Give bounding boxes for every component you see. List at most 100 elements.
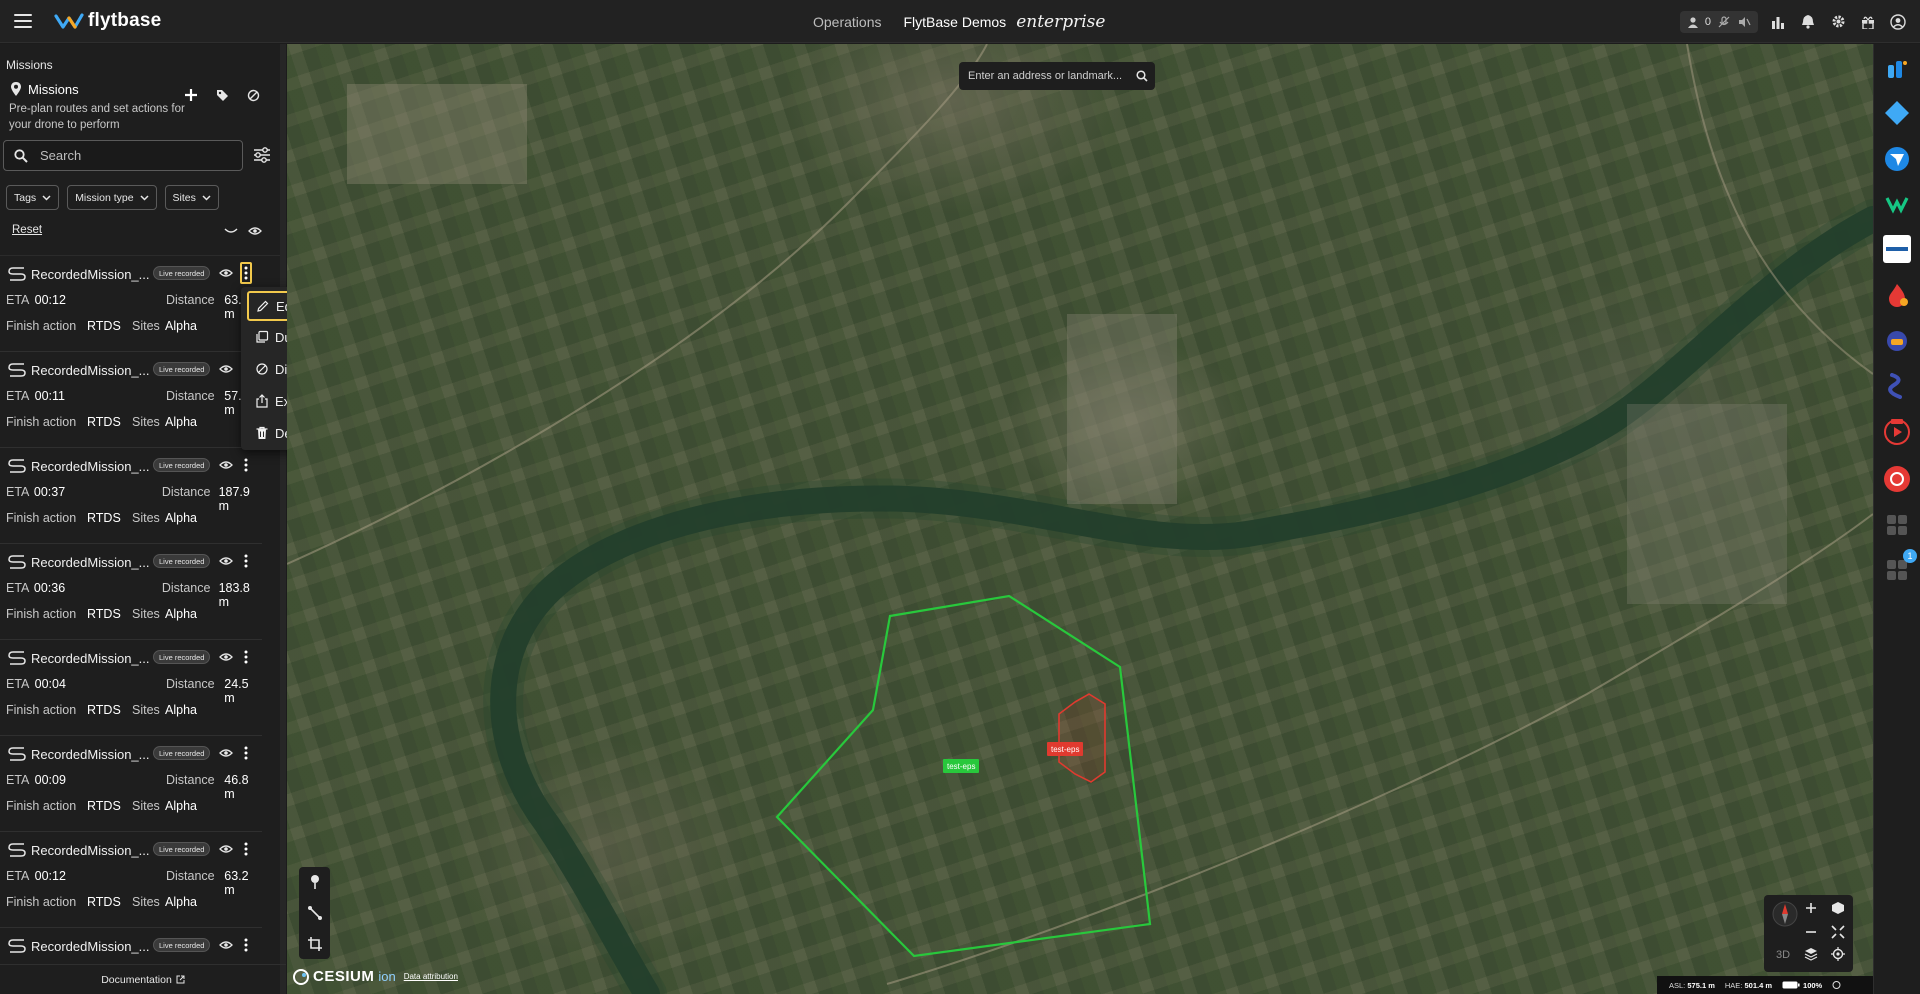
bell-icon[interactable] <box>1798 12 1818 32</box>
hae-readout: HAE: 501.4 m <box>1725 981 1772 990</box>
rail-app-integrations[interactable] <box>1882 54 1912 84</box>
disable-icon[interactable] <box>247 89 260 102</box>
mission-card[interactable]: RecordedMission_... Live recorded ETA 00:… <box>0 448 262 544</box>
eye-icon[interactable] <box>219 556 233 566</box>
more-options-button[interactable] <box>240 646 252 668</box>
address-search[interactable] <box>959 62 1155 90</box>
more-options-button[interactable] <box>240 454 252 476</box>
pin-tool-icon[interactable] <box>308 874 322 890</box>
fleet-icon <box>1887 331 1907 351</box>
send-icon <box>1885 147 1909 171</box>
search-icon[interactable] <box>1136 70 1148 82</box>
route-icon <box>8 651 26 665</box>
documentation-label: Documentation <box>101 973 172 986</box>
asl-value: 575.1 m <box>1687 980 1715 990</box>
sites-label: Sites <box>132 511 160 525</box>
mission-card[interactable]: RecordedMission_... Live recorded <box>0 928 262 956</box>
rail-app-fleet[interactable] <box>1882 326 1912 356</box>
rail-app-diamond[interactable] <box>1882 98 1912 128</box>
hae-label: HAE: <box>1724 980 1743 990</box>
map-view[interactable]: test-eps test-eps CESIUM ion Data attrib… <box>287 44 1873 994</box>
add-mission-icon[interactable] <box>184 88 198 102</box>
finish-action-label: Finish action <box>6 895 77 909</box>
tag-icon[interactable] <box>216 89 229 102</box>
rail-app-fire[interactable] <box>1882 280 1912 310</box>
eye-icon[interactable] <box>219 748 233 758</box>
finish-action-value: RTDS <box>87 415 121 429</box>
eye-icon[interactable] <box>219 844 233 854</box>
data-attribution-link[interactable]: Data attribution <box>404 972 458 981</box>
eye-icon[interactable] <box>219 460 233 470</box>
analytics-icon[interactable] <box>1768 12 1788 32</box>
users-status[interactable]: 0 <box>1679 10 1758 33</box>
sidebar-scroll-track[interactable] <box>280 44 286 994</box>
zoom-in-icon[interactable] <box>1804 901 1818 915</box>
distance-value: 24.5 m <box>224 677 249 705</box>
mission-search[interactable] <box>3 140 243 171</box>
eye-icon[interactable] <box>219 940 233 950</box>
zoom-out-icon[interactable] <box>1804 925 1818 939</box>
speaker-off-icon[interactable] <box>1737 15 1751 29</box>
geofence-green-label[interactable]: test-eps <box>943 759 980 773</box>
search-input[interactable] <box>40 148 220 163</box>
polygon-tool-icon[interactable] <box>307 936 323 952</box>
route-icon <box>8 363 26 377</box>
more-options-button[interactable] <box>240 550 252 572</box>
account-icon[interactable] <box>1888 12 1908 32</box>
urban-area <box>1627 404 1787 604</box>
mission-card[interactable]: RecordedMission_... Live recorded ETA 00:… <box>0 832 262 928</box>
rail-app-genetec[interactable] <box>1882 234 1912 264</box>
mic-off-icon[interactable] <box>1717 15 1731 29</box>
brand-logo[interactable]: flytbase <box>54 10 161 32</box>
sites-label: Sites <box>132 319 160 333</box>
eye-icon[interactable] <box>219 268 233 278</box>
view-mode-toggle[interactable]: 3D <box>1776 949 1790 961</box>
live-recorded-badge: Live recorded <box>153 842 211 856</box>
mission-card[interactable]: RecordedMission_... Live recorded ETA 00:… <box>0 736 262 832</box>
fullscreen-icon[interactable] <box>1831 925 1845 939</box>
kebab-icon <box>244 458 248 472</box>
rail-app-route[interactable] <box>1882 371 1912 401</box>
mission-card[interactable]: RecordedMission_... Live recorded ETA 00:… <box>0 544 262 640</box>
rail-app-va[interactable] <box>1882 189 1912 219</box>
address-search-input[interactable] <box>968 70 1128 82</box>
locate-icon[interactable] <box>1831 947 1845 961</box>
cube-icon[interactable] <box>1831 901 1845 915</box>
nav-operations[interactable]: Operations <box>813 14 881 30</box>
show-all-eye-icon[interactable] <box>248 226 262 236</box>
gear-icon[interactable] <box>1828 12 1848 32</box>
rail-app-grid-2[interactable]: 1 <box>1882 549 1917 585</box>
more-options-button[interactable] <box>240 934 252 956</box>
filter-tags[interactable]: Tags <box>6 185 60 210</box>
gift-icon[interactable] <box>1858 12 1878 32</box>
filter-mission-type[interactable]: Mission type <box>67 185 157 210</box>
layers-icon[interactable] <box>1804 947 1818 961</box>
external-link-icon <box>176 975 185 984</box>
eye-icon[interactable] <box>219 652 233 662</box>
mission-card[interactable]: RecordedMission_... Live recorded ETA 00:… <box>0 352 262 448</box>
live-recorded-badge: Live recorded <box>153 938 211 952</box>
compass-icon[interactable] <box>1772 901 1798 927</box>
more-options-button[interactable] <box>240 838 252 860</box>
hide-all-icon[interactable] <box>224 226 238 236</box>
eye-icon[interactable] <box>219 364 233 374</box>
more-options-button[interactable] <box>240 742 252 764</box>
rail-app-live[interactable] <box>1882 417 1912 447</box>
menu-icon[interactable] <box>14 14 32 28</box>
org-name[interactable]: FlytBase Demos <box>903 14 1006 30</box>
polyline-tool-icon[interactable] <box>307 905 323 921</box>
user-icon <box>1687 16 1698 28</box>
rail-app-grid-1[interactable] <box>1882 510 1912 540</box>
documentation-link[interactable]: Documentation <box>0 964 286 994</box>
filter-settings-button[interactable] <box>252 145 272 170</box>
mission-card[interactable]: RecordedMission_... Live recorded ETA 00:… <box>0 640 262 736</box>
rail-app-send[interactable] <box>1882 144 1912 174</box>
filter-sites[interactable]: Sites <box>164 185 219 210</box>
geofence-red-label[interactable]: test-eps <box>1047 742 1084 756</box>
mission-card[interactable]: RecordedMission_... Live recorded ETA 00:… <box>0 256 262 352</box>
more-options-button[interactable] <box>240 262 252 284</box>
rail-app-alert[interactable] <box>1882 464 1912 494</box>
distance-label: Distance <box>165 677 215 691</box>
eta-value: 00:37 <box>33 485 66 499</box>
reset-filters-link[interactable]: Reset <box>12 224 42 236</box>
